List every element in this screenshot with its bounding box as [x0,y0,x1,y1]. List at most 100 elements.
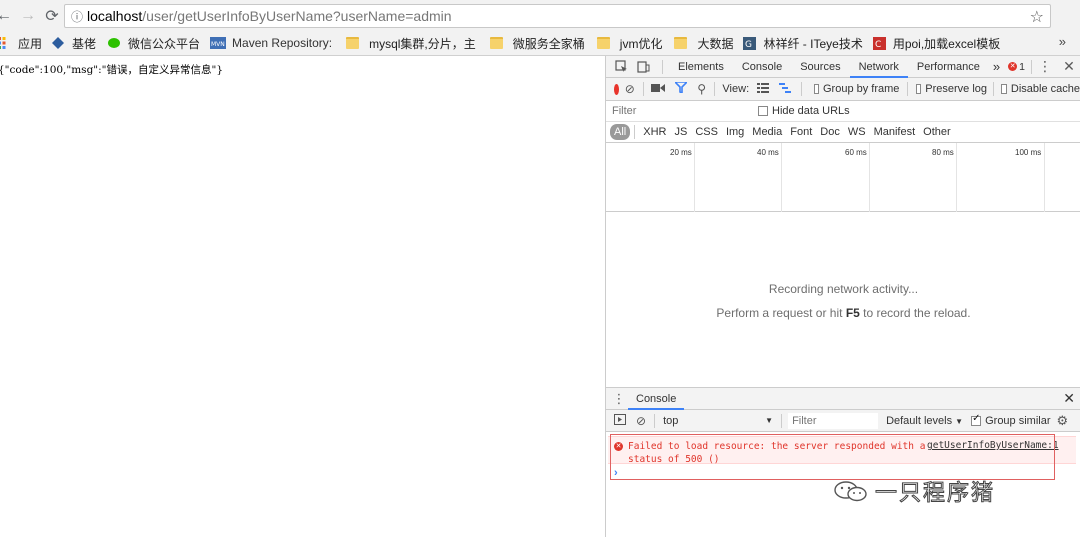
error-counter[interactable]: ✕ 1 [1008,61,1025,73]
tab-performance[interactable]: Performance [908,56,989,78]
tab-console-drawer[interactable]: Console [628,388,685,410]
bookmark-label: 基佬 [72,36,97,51]
error-icon: ✕ [1008,62,1018,71]
bookmark-maven[interactable]: MVN Maven Repository: [210,32,332,54]
console-prompt[interactable]: › [614,467,618,479]
group-similar-checkbox[interactable] [971,413,982,426]
search-icon[interactable]: ⚲ [697,82,706,96]
timeline-gridline [1044,143,1045,212]
hint-key: F5 [845,306,860,320]
device-toolbar-icon[interactable] [632,56,654,78]
address-bar[interactable]: ⓘ localhost/user/getUserInfoByUserName?u… [64,4,1051,28]
network-filter-input[interactable] [610,102,750,120]
context-value: top [663,414,679,427]
group-by-frame-checkbox[interactable] [813,84,819,94]
timeline-tick-label: 20 ms [670,148,692,157]
large-rows-icon[interactable] [757,82,770,96]
resource-type-filters: All XHR JS CSS Img Media Font Doc WS Man… [606,122,1080,143]
view-label: View: [722,83,750,95]
iteye-icon: G [743,37,757,50]
type-filter-css[interactable]: CSS [691,124,722,140]
clear-icon[interactable]: ⊘ [625,82,635,96]
error-count: 1 [1019,60,1025,73]
back-arrow-icon[interactable]: ← [0,4,16,28]
clear-console-icon[interactable]: ⊘ [636,414,646,428]
network-empty-state: Recording network activity... Perform a … [606,216,1080,390]
more-tabs-button[interactable]: » [989,56,1004,78]
console-drawer-header: ⋮ Console ✕ [606,388,1080,410]
bookmark-label: 大数据 [697,36,734,51]
forward-arrow-icon[interactable]: → [16,4,40,28]
type-filter-js[interactable]: JS [670,124,691,140]
type-filter-doc[interactable]: Doc [816,124,844,140]
console-filter-input[interactable] [788,412,879,429]
csdn-icon: C [872,37,887,50]
show-sidebar-icon[interactable] [614,413,626,428]
waterfall-icon[interactable] [779,82,792,96]
console-settings-gear-icon[interactable]: ⚙ [1057,413,1069,429]
type-filter-other[interactable]: Other [919,124,955,140]
hide-data-urls-checkbox[interactable] [758,106,768,116]
bookmark-star-icon[interactable]: ☆ [1030,7,1044,27]
bookmark-poi[interactable]: C 用poi,加载excel模板 [872,32,1001,54]
bookmarks-overflow-button[interactable]: » [1059,34,1066,49]
record-button[interactable] [614,83,619,95]
network-overview-timeline[interactable]: 20 ms 40 ms 60 ms 80 ms 100 ms [606,143,1080,212]
type-filter-manifest[interactable]: Manifest [870,124,920,140]
devtools-tab-bar: Elements Console Sources Network Perform… [606,56,1080,78]
info-icon[interactable]: ⓘ [67,8,87,25]
inspect-element-icon[interactable] [610,56,632,78]
timeline-tick-label: 40 ms [757,148,779,157]
preserve-log-checkbox[interactable] [915,84,922,94]
tab-network[interactable]: Network [849,56,908,78]
bookmark-label: jvm优化 [619,36,663,51]
svg-text:C: C [875,40,881,50]
filter-funnel-icon[interactable] [673,81,690,96]
console-drawer: ⋮ Console ✕ ⊘ top ▼ Default levels ▼ Gro… [606,387,1080,537]
network-toolbar: ⊘ ⚲ View: Group by frame Preserve log Di… [606,78,1080,101]
toolbar-divider [654,413,656,428]
mvn-icon: MVN [210,37,227,49]
bookmark-microservices[interactable]: 微服务全家桶 [489,32,585,54]
bookmark-iteye[interactable]: G 林祥纤 - ITeye技术 [743,32,863,54]
svg-text:MVN: MVN [211,41,225,48]
bookmark-wechat[interactable]: 微信公众平台 [108,32,200,54]
bookmark-apps[interactable]: 应用 [0,32,42,54]
folder-icon [346,37,360,49]
tab-console[interactable]: Console [733,56,791,78]
hint-text: Perform a request or hit [716,306,846,320]
tab-elements[interactable]: Elements [669,56,733,78]
type-filter-ws[interactable]: WS [844,124,870,140]
kebab-menu-icon[interactable]: ⋮ [1038,56,1052,78]
drawer-menu-icon[interactable]: ⋮ [610,391,628,407]
type-filter-all[interactable]: All [610,124,631,140]
preserve-log-label: Preserve log [925,83,988,95]
type-filter-xhr[interactable]: XHR [639,124,670,140]
reload-icon[interactable]: ⟳ [40,4,64,28]
close-icon[interactable]: ✕ [1063,390,1075,407]
bookmark-jilao[interactable]: 基佬 [52,32,96,54]
bookmark-jvm[interactable]: jvm优化 [596,32,663,54]
type-filter-media[interactable]: Media [748,124,786,140]
type-filter-font[interactable]: Font [786,124,816,140]
context-selector[interactable]: top ▼ [659,412,777,430]
bookmark-label: 用poi,加载excel模板 [892,36,1001,51]
log-levels-dropdown[interactable]: Default levels ▼ [886,415,963,427]
hide-data-urls-label: Hide data URLs [772,105,850,117]
type-filter-img[interactable]: Img [722,124,748,140]
group-by-frame-label: Group by frame [822,83,900,95]
browser-toolbar: ← → ⟳ ⓘ localhost/user/getUserInfoByUser… [0,0,1080,31]
url-text[interactable]: localhost/user/getUserInfoByUserName?use… [87,8,452,24]
disable-cache-checkbox[interactable] [1001,84,1007,94]
tab-sources[interactable]: Sources [791,56,849,78]
json-response-text: {"code":100,"msg":"错误，自定义异常信息"} [0,64,223,76]
console-toolbar: ⊘ top ▼ Default levels ▼ Group similar ⚙ [606,410,1080,432]
close-icon[interactable]: ✕ [1058,56,1080,78]
bookmark-mysql[interactable]: mysql集群,分片，主 [346,32,476,54]
bookmark-bigdata[interactable]: 大数据 [674,32,733,54]
capture-screenshots-icon[interactable] [651,83,666,96]
toolbar-divider [662,59,663,74]
devtools-panel: Elements Console Sources Network Perform… [605,56,1080,537]
timeline-tick-label: 80 ms [932,148,954,157]
group-similar-label: Group similar [985,414,1051,427]
